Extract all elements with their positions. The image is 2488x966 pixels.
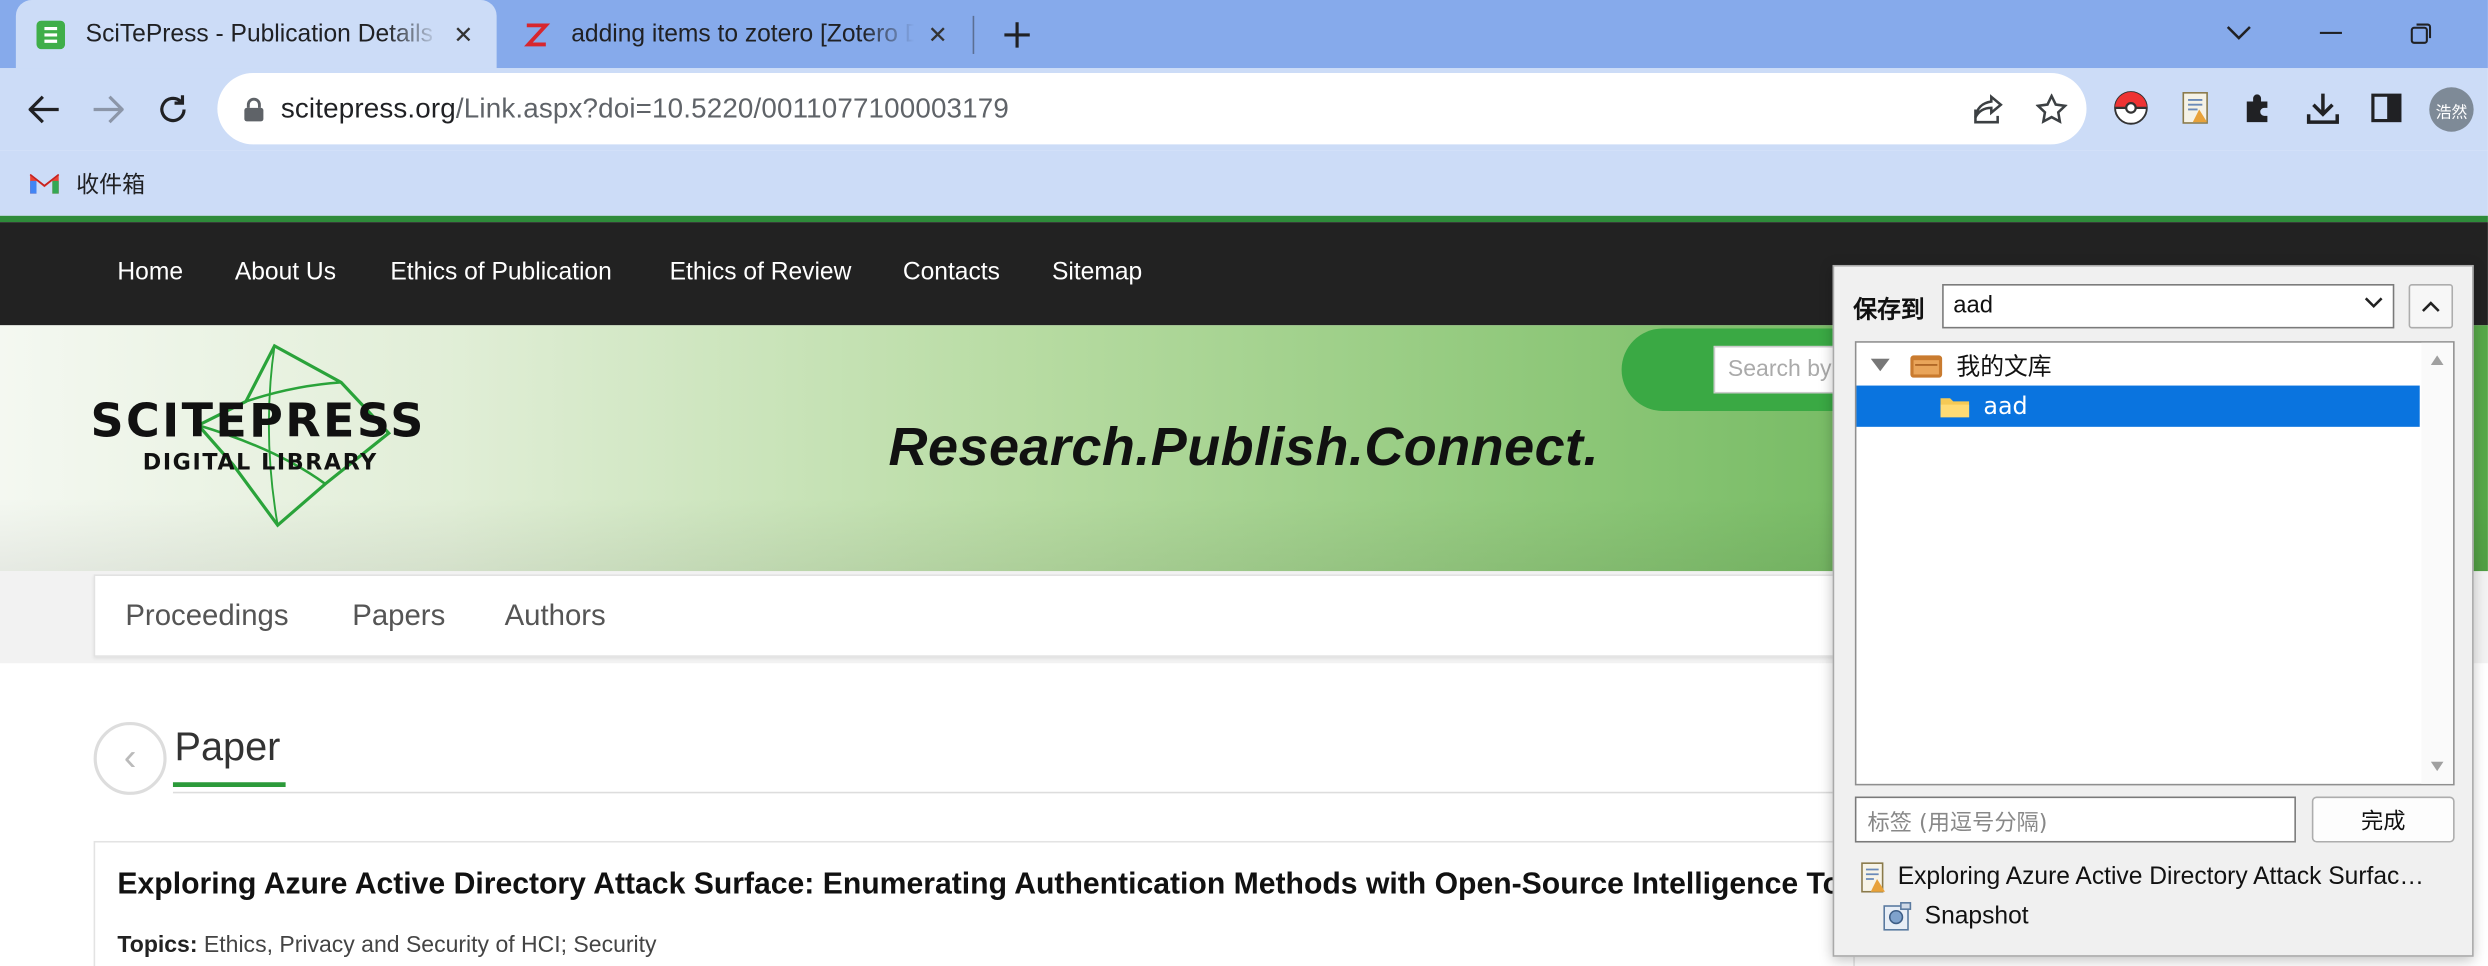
save-to-label: 保存到 <box>1853 295 1925 324</box>
collection-select[interactable]: aad <box>1942 284 2395 329</box>
tab-title: adding items to zotero [Zotero Documenta… <box>571 19 914 47</box>
logo-line2: DIGITAL LIBRARY <box>143 450 378 476</box>
chevron-left-icon: ‹ <box>123 736 137 780</box>
forward-button[interactable] <box>84 86 132 134</box>
saved-item-snapshot: Snapshot <box>1882 901 2029 933</box>
tree-item-label: aad <box>1983 391 2028 421</box>
zotero-favicon <box>520 18 552 50</box>
scitepress-logo[interactable]: SCITEPRESS DIGITAL LIBRARY <box>87 338 503 535</box>
download-icon[interactable] <box>2304 89 2342 127</box>
scroll-up-icon[interactable] <box>2430 355 2444 365</box>
title-underline <box>172 782 286 788</box>
chevron-down-icon <box>2226 26 2251 40</box>
gmail-icon <box>29 173 60 193</box>
browser-toolbar: scitepress.org/Link.aspx?doi=10.5220/001… <box>0 68 2488 151</box>
page-title: Paper <box>174 725 281 770</box>
nav-ethics-of-publication[interactable]: Ethics of Publication <box>390 259 611 288</box>
topics-label: Topics: <box>117 932 198 959</box>
snapshot-icon <box>1883 902 1912 931</box>
profile-avatar[interactable]: 浩然 <box>2429 87 2474 132</box>
nav-sitemap[interactable]: Sitemap <box>1052 259 1142 288</box>
bookmark-label: 收件箱 <box>76 172 146 198</box>
logo-line1: SCITEPRESS <box>90 393 425 447</box>
restore-button[interactable] <box>2394 10 2448 58</box>
subnav-authors[interactable]: Authors <box>505 598 606 633</box>
new-tab-button[interactable] <box>996 14 1037 55</box>
tab-search-button[interactable] <box>2212 10 2266 58</box>
library-icon <box>1910 354 1943 377</box>
zotero-save-popup: 保存到 aad 我的文库 aad 标签 (用逗号分隔) 完成 Exploring… <box>1832 264 2474 957</box>
saved-item-label: Exploring Azure Active Directory Attack … <box>1897 863 2424 891</box>
tags-input[interactable]: 标签 (用逗号分隔) <box>1854 796 2296 843</box>
nav-home[interactable]: Home <box>117 259 183 288</box>
collapse-tree-button[interactable] <box>2408 284 2454 329</box>
extensions-puzzle-icon[interactable] <box>2240 89 2278 127</box>
collection-tree: 我的文库 aad <box>1854 341 2455 786</box>
lock-icon[interactable] <box>243 96 265 121</box>
paper-title: Exploring Azure Active Directory Attack … <box>117 867 1885 902</box>
content-subnav: Proceedings Papers Authors <box>93 574 1855 657</box>
pokeball-extension-icon[interactable] <box>2112 89 2150 127</box>
arrow-right-icon <box>93 95 124 124</box>
scroll-down-icon[interactable] <box>2430 761 2444 772</box>
scitepress-favicon <box>35 18 67 50</box>
nav-ethics-of-review[interactable]: Ethics of Review <box>670 259 852 288</box>
tree-item-label: 我的文库 <box>1956 351 2052 381</box>
minimize-icon <box>2319 31 2342 34</box>
paper-card: Exploring Azure Active Directory Attack … <box>93 840 1885 966</box>
journal-article-icon <box>1861 862 1885 893</box>
share-icon[interactable] <box>1971 92 2006 127</box>
folder-icon <box>1940 397 1970 417</box>
side-panel-icon[interactable] <box>2367 89 2405 127</box>
tab-strip: SciTePress - Publication Details ✕ addin… <box>0 0 2488 69</box>
arrow-left-icon <box>28 95 59 124</box>
tab-zotero-docs[interactable]: adding items to zotero [Zotero Documenta… <box>501 0 971 68</box>
bookmarks-bar: 收件箱 <box>0 150 2488 216</box>
paper-topics: Topics: Ethics, Privacy and Security of … <box>117 933 656 958</box>
reload-button[interactable] <box>149 86 197 134</box>
tab-title: SciTePress - Publication Details <box>85 19 433 47</box>
url-text[interactable]: scitepress.org/Link.aspx?doi=10.5220/001… <box>281 92 1009 125</box>
minimize-button[interactable] <box>2304 10 2358 58</box>
back-button[interactable] <box>21 86 69 134</box>
saved-item-label: Snapshot <box>1924 902 2029 930</box>
tab-scitepress[interactable]: SciTePress - Publication Details ✕ <box>15 0 497 69</box>
close-tab-icon[interactable]: ✕ <box>449 20 478 48</box>
nav-about-us[interactable]: About Us <box>235 259 336 288</box>
tree-item-my-library[interactable]: 我的文库 <box>1856 344 2419 385</box>
tab-separator <box>972 15 975 54</box>
saved-item-article: Exploring Azure Active Directory Attack … <box>1860 862 2424 894</box>
plus-icon <box>1004 22 1030 48</box>
back-circle-button[interactable]: ‹ <box>93 721 167 795</box>
restore-icon <box>2410 23 2432 44</box>
chevron-up-icon <box>2421 301 2440 312</box>
reload-icon <box>160 95 186 123</box>
bookmark-inbox[interactable]: 收件箱 <box>29 165 146 200</box>
bookmark-star-icon[interactable] <box>2034 92 2069 127</box>
title-divider <box>172 791 1855 794</box>
address-bar[interactable]: scitepress.org/Link.aspx?doi=10.5220/001… <box>217 72 2087 145</box>
chevron-down-icon <box>2364 297 2383 309</box>
site-tagline: Research.Publish.Connect. <box>888 417 1599 478</box>
subnav-proceedings[interactable]: Proceedings <box>125 598 288 633</box>
tree-scrollbar[interactable] <box>2421 342 2454 784</box>
expand-triangle-icon[interactable] <box>1870 358 1890 372</box>
close-tab-icon[interactable]: ✕ <box>923 20 952 48</box>
subnav-papers[interactable]: Papers <box>352 598 445 633</box>
tree-item-aad[interactable]: aad <box>1856 385 2420 427</box>
nav-contacts[interactable]: Contacts <box>903 259 1000 288</box>
done-button[interactable]: 完成 <box>2311 796 2455 843</box>
collection-value: aad <box>1953 291 1993 319</box>
zotero-connector-icon[interactable] <box>2177 89 2215 127</box>
topics-value: Ethics, Privacy and Security of HCI; Sec… <box>203 932 657 959</box>
